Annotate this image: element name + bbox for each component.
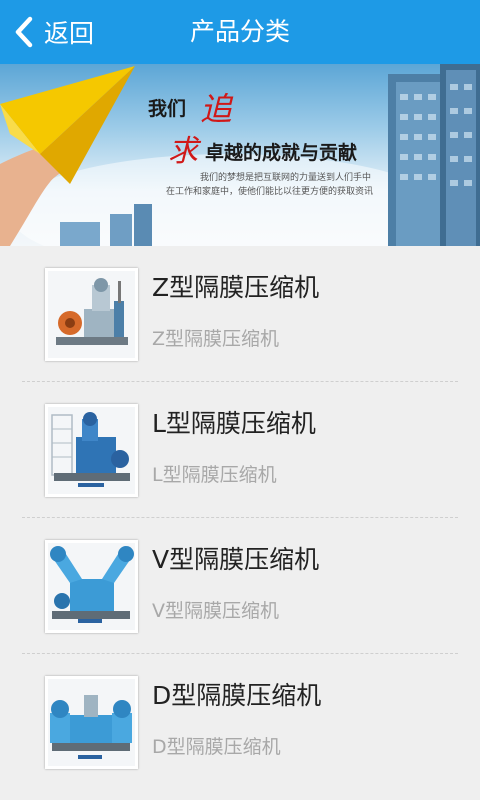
list-item[interactable]: V型隔膜压缩机 V型隔膜压缩机 (0, 518, 480, 654)
list-item[interactable]: L型隔膜压缩机 L型隔膜压缩机 (0, 382, 480, 518)
product-title: D型隔膜压缩机 (152, 681, 322, 710)
product-subtitle: D型隔膜压缩机 (152, 736, 281, 758)
list-item[interactable]: D型隔膜压缩机 D型隔膜压缩机 (0, 654, 480, 790)
slogan-subtitle-1: 我们的梦想是把互联网的力量送到人们手中 (200, 173, 372, 183)
compressor-d-image (45, 676, 138, 769)
product-subtitle: L型隔膜压缩机 (152, 464, 277, 486)
slogan-subtitle-2: 在工作和家庭中，使他们能比以往更方便的获取资讯 (166, 187, 374, 197)
product-title: L型隔膜压缩机 (152, 409, 316, 438)
product-title: V型隔膜压缩机 (152, 545, 320, 574)
product-title: Z型隔膜压缩机 (152, 273, 320, 302)
product-subtitle: Z型隔膜压缩机 (152, 328, 280, 350)
promo-banner: 我们 追 求 卓越的成就与贡献 我们的梦想是把互联网的力量送到人们手中 在工作和… (0, 64, 480, 246)
slogan-qiu: 求 (168, 134, 198, 169)
compressor-z-image (45, 268, 138, 361)
product-subtitle: V型隔膜压缩机 (152, 600, 279, 622)
compressor-l-image (45, 404, 138, 497)
app-header: 返回 产品分类 (0, 0, 480, 64)
list-item[interactable]: Z型隔膜压缩机 Z型隔膜压缩机 (0, 246, 480, 382)
slogan-rest: 卓越的成就与贡献 (205, 142, 358, 164)
compressor-v-image (45, 540, 138, 633)
slogan-zhui: 追 (200, 90, 233, 128)
product-list: Z型隔膜压缩机 Z型隔膜压缩机 L型隔膜压缩机 L型隔膜压缩机 V型隔膜压缩机 … (0, 246, 480, 800)
slogan-prefix: 我们 (148, 98, 187, 120)
page-title: 产品分类 (189, 17, 290, 46)
